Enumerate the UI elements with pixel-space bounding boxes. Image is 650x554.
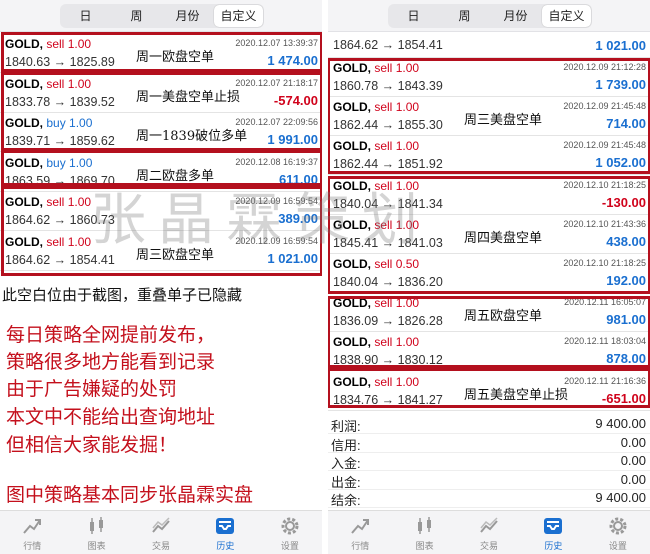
promo-line: 但相信大家能发掘！ [6,434,178,456]
bottom-tab-bar: 行情 图表 交易 历史 设置 [0,510,322,554]
period-segment-control: 日 周 月份 自定义 [388,4,592,28]
tab-trade[interactable]: 交易 [457,511,521,554]
summary-value: 0.00 [620,434,646,450]
tab-settings[interactable]: 设置 [258,511,322,554]
promo-line: 每日策略全网提前发布， [6,324,216,346]
tab-label: 历史 [544,541,563,551]
summary-row: 信用: 0.00 [328,433,650,453]
segment-month[interactable]: 月份 [490,4,541,28]
promo-line: 本文中不能给出查询地址 [6,406,216,428]
quotes-icon [349,515,371,537]
tab-quotes[interactable]: 行情 [0,511,64,554]
promo-line: 策略很多地方能看到记录 [6,351,216,373]
segment-week[interactable]: 周 [439,4,490,28]
tab-label: 交易 [152,541,171,551]
segment-month[interactable]: 月份 [162,4,213,28]
summary-value: 9 400.00 [595,416,646,431]
tab-chart[interactable]: 图表 [64,511,128,554]
history-icon [214,515,236,537]
tab-label: 交易 [480,541,499,551]
tab-label: 行情 [23,541,42,551]
trade-icon [150,515,172,537]
hidden-orders-note: 此空白位由于截图，重叠单子已隐藏 [2,286,243,304]
right-screenshot: 日 周 月份 自定义 1864.62 → 1854.41 1 021.00 GO… [328,0,650,554]
promo-line: 由于广告嫌疑的处罚 [6,378,178,400]
bottom-tab-bar: 行情 图表 交易 历史 设置 [328,510,650,554]
chart-icon [86,515,108,537]
trade-row-partial[interactable]: 1864.62 → 1854.41 1 021.00 [328,32,650,58]
summary-value: 0.00 [620,453,646,468]
summary-value: 9 400.00 [595,490,646,505]
tab-label: 设置 [280,541,299,551]
highlight-box [1,32,322,72]
summary-label: 结余: [331,493,361,508]
tab-quotes[interactable]: 行情 [328,511,392,554]
segment-week[interactable]: 周 [111,4,162,28]
summary-row: 出金: 0.00 [328,470,650,490]
tab-label: 行情 [351,541,370,551]
summary-row: 利润: 9 400.00 [328,414,650,434]
promo-line: 图中策略基本同步张晶霖实盘 [6,484,254,506]
tab-label: 历史 [216,541,235,551]
tab-settings[interactable]: 设置 [586,511,650,554]
watermark: 张晶霖策划 [90,188,430,253]
highlight-box [328,296,650,368]
trade-profit: 1 021.00 [595,38,646,53]
chart-icon [414,515,436,537]
settings-icon [607,515,629,537]
tab-label: 图表 [87,541,106,551]
highlight-box [328,58,650,174]
segment-custom[interactable]: 自定义 [542,5,591,27]
trade-prices: 1864.62 → 1854.41 [333,38,443,52]
summary-row: 结余: 9 400.00 [328,488,650,508]
segment-day[interactable]: 日 [388,4,439,28]
left-screenshot: 日 周 月份 自定义 GOLD, sell 1.00 1840.63 → 1825… [0,0,322,554]
segment-day[interactable]: 日 [60,4,111,28]
summary-row: 入金: 0.00 [328,451,650,471]
trade-icon [478,515,500,537]
tab-chart[interactable]: 图表 [392,511,456,554]
tab-trade[interactable]: 交易 [129,511,193,554]
tab-history[interactable]: 历史 [521,511,585,554]
segment-custom[interactable]: 自定义 [214,5,263,27]
period-segment-bar: 日 周 月份 自定义 [328,0,650,32]
highlight-box [1,72,322,151]
tab-label: 设置 [608,541,627,551]
tab-history[interactable]: 历史 [193,511,257,554]
tab-label: 图表 [415,541,434,551]
summary-value: 0.00 [620,471,646,487]
period-segment-control: 日 周 月份 自定义 [60,4,264,28]
settings-icon [279,515,301,537]
highlight-box [328,368,650,408]
period-segment-bar: 日 周 月份 自定义 [0,0,322,32]
history-icon [542,515,564,537]
quotes-icon [21,515,43,537]
